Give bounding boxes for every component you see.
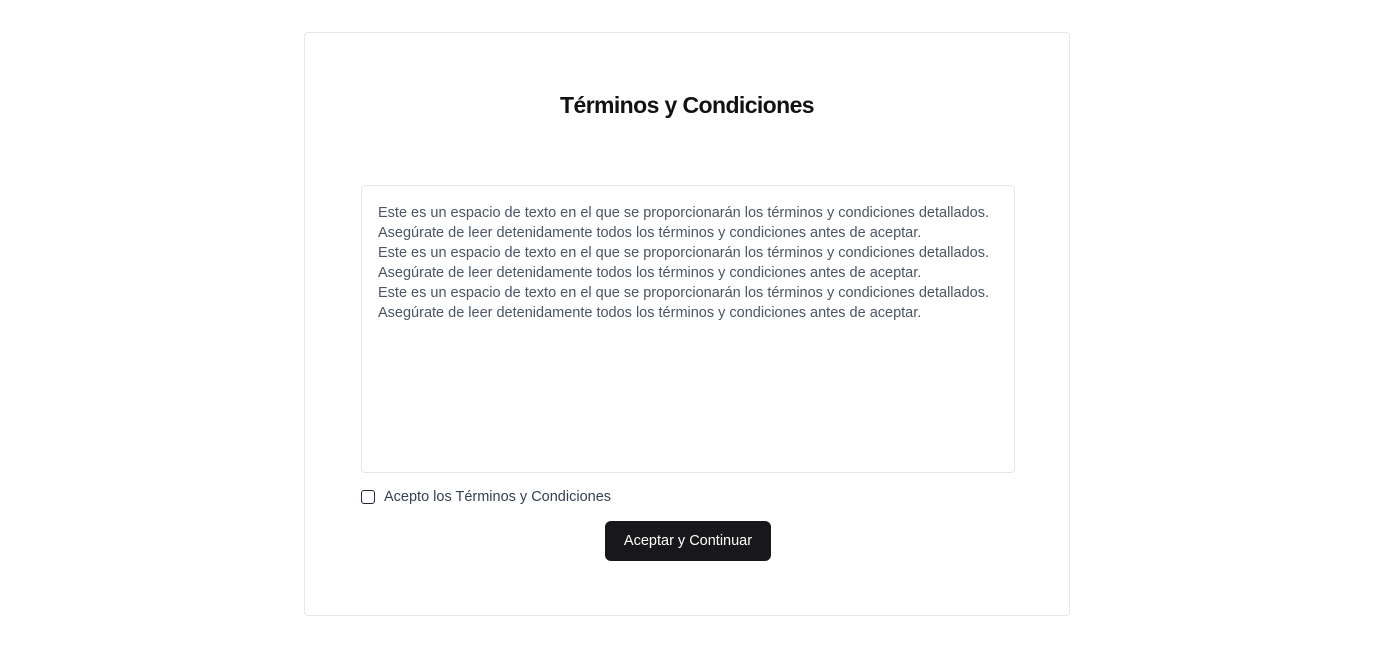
page-title: Términos y Condiciones [560,92,815,118]
terms-paragraph: Este es un espacio de texto en el que se… [378,245,989,281]
accept-terms-checkbox[interactable] [361,490,375,504]
terms-paragraph: Este es un espacio de texto en el que se… [378,205,989,241]
terms-card: Términos y Condiciones Este es un espaci… [304,32,1070,616]
accept-continue-button[interactable]: Aceptar y Continuar [605,521,771,561]
terms-text-area[interactable]: Este es un espacio de texto en el que se… [361,185,1015,473]
terms-paragraph: Este es un espacio de texto en el que se… [378,285,989,321]
accept-terms-row[interactable]: Acepto los Términos y Condiciones [361,487,611,507]
accept-terms-label[interactable]: Acepto los Términos y Condiciones [384,489,611,505]
